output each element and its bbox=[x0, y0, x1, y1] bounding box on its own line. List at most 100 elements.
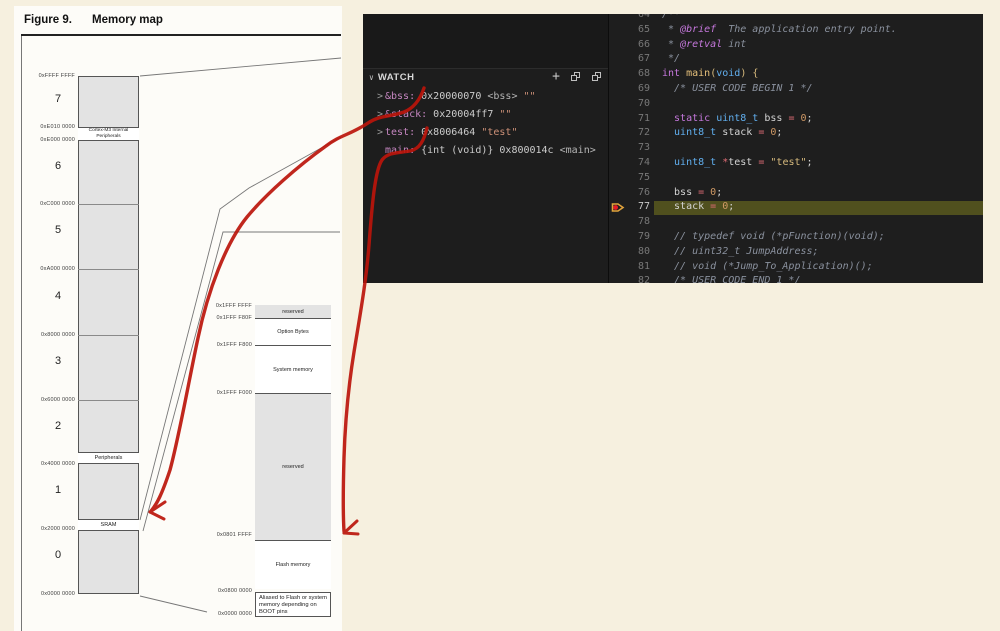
memory-address-label: 0x0800 0000 bbox=[217, 588, 252, 594]
code-text: static uint8_t bss = 0; bbox=[662, 112, 813, 124]
line-number[interactable]: 79 bbox=[628, 230, 650, 245]
memory-address-label: 0xFFFF FFFF bbox=[38, 73, 75, 79]
code-text: /** bbox=[662, 14, 681, 20]
code-text: * @brief The application entry point. bbox=[662, 23, 897, 35]
line-number[interactable]: 69 bbox=[628, 82, 650, 97]
debug-sidebar: ∨ WATCH + > &bss: 0x20000070 <bss> "" > &st… bbox=[363, 14, 608, 283]
line-number[interactable]: 65 bbox=[628, 23, 650, 38]
add-expression-icon[interactable]: + bbox=[552, 70, 560, 83]
watch-expression-value: "test" bbox=[481, 127, 518, 138]
code-line[interactable]: 72 uint8_t stack = 0; bbox=[608, 126, 983, 141]
memory-address-label: 0xE000 0000 bbox=[40, 137, 75, 143]
code-line[interactable]: 81 // void (*Jump_To_Application)(); bbox=[608, 260, 983, 275]
code-line[interactable]: 64 /** bbox=[608, 14, 983, 23]
code-line[interactable]: 71 static uint8_t bss = 0; bbox=[608, 112, 983, 127]
line-number[interactable]: 71 bbox=[628, 112, 650, 127]
watch-expression-value: <main> bbox=[559, 145, 596, 156]
memory-address-label: 0x1FFF F80F bbox=[216, 315, 252, 321]
detail-block-system-memory: System memory bbox=[255, 345, 331, 393]
line-number[interactable]: 72 bbox=[628, 126, 650, 141]
watch-expression-value: 0x8006464 bbox=[415, 127, 482, 138]
expand-chevron-icon[interactable]: > bbox=[377, 106, 385, 124]
line-number[interactable]: 76 bbox=[628, 186, 650, 201]
chevron-down-icon[interactable]: ∨ bbox=[369, 73, 374, 82]
line-number[interactable]: 70 bbox=[628, 97, 650, 112]
watch-expression-row[interactable]: main: {int (void)} 0x800014c <main> bbox=[363, 142, 608, 160]
region-divider bbox=[78, 269, 139, 270]
watch-expression-name: test: bbox=[385, 127, 416, 138]
watch-expression-name: &stack: bbox=[385, 109, 428, 120]
code-line[interactable]: 70 bbox=[608, 97, 983, 112]
code-line[interactable]: 80 // uint32_t JumpAddress; bbox=[608, 245, 983, 260]
code-editor: 64 /** 65 * @brief The application entry p… bbox=[608, 14, 983, 283]
expand-chevron-icon[interactable]: > bbox=[377, 124, 385, 142]
line-number[interactable]: 66 bbox=[628, 38, 650, 53]
code-line[interactable]: 69 /* USER CODE BEGIN 1 */ bbox=[608, 82, 983, 97]
memory-address-label: 0x0801 FFFF bbox=[216, 532, 252, 538]
line-number[interactable]: 68 bbox=[628, 67, 650, 82]
code-text: */ bbox=[662, 53, 681, 65]
debug-sidebar-empty-area bbox=[363, 14, 608, 69]
watch-expression-value: "" bbox=[523, 91, 536, 102]
collapse-all-icon[interactable] bbox=[571, 72, 581, 82]
code-line[interactable]: 66 * @retval int bbox=[608, 38, 983, 53]
code-text: int main(void) { bbox=[662, 68, 759, 80]
code-line[interactable]: 82 /* USER CODE END 1 */ bbox=[608, 274, 983, 283]
region-divider bbox=[78, 400, 139, 401]
code-line[interactable]: 74 uint8_t *test = "test"; bbox=[608, 156, 983, 171]
memory-address-label: 0x1FFF F000 bbox=[216, 390, 252, 396]
watch-expression-value: {int (void)} 0x800014c bbox=[415, 145, 560, 156]
watch-expression-row[interactable]: > &bss: 0x20000070 <bss> "" bbox=[363, 88, 608, 106]
watch-actions: + bbox=[552, 70, 602, 83]
region-number: 6 bbox=[54, 160, 62, 172]
watch-panel-header[interactable]: ∨ WATCH + bbox=[363, 68, 608, 86]
debug-current-line-icon[interactable] bbox=[611, 202, 626, 213]
code-line[interactable]: 67 */ bbox=[608, 52, 983, 67]
code-text: // typedef void (*pFunction)(void); bbox=[662, 230, 885, 242]
memory-address-label: 0xE010 0000 bbox=[40, 124, 75, 130]
detail-block-reserved-top: reserved bbox=[255, 305, 331, 318]
code-line[interactable]: 68 int main(void) { bbox=[608, 67, 983, 82]
code-text: // void (*Jump_To_Application)(); bbox=[662, 260, 873, 272]
code-line[interactable]: 65 * @brief The application entry point. bbox=[608, 23, 983, 38]
code-line[interactable]: 78 bbox=[608, 215, 983, 230]
detail-block-reserved: reserved bbox=[255, 393, 331, 540]
code-line[interactable]: 79 // typedef void (*pFunction)(void); bbox=[608, 230, 983, 245]
code-text: stack = 0; bbox=[662, 201, 735, 213]
code-text: uint8_t *test = "test"; bbox=[662, 156, 813, 168]
code-line[interactable]: 77 stack = 0; bbox=[608, 200, 983, 215]
code-text: uint8_t stack = 0; bbox=[662, 127, 783, 139]
code-text: /* USER CODE END 1 */ bbox=[662, 275, 801, 283]
line-number[interactable]: 81 bbox=[628, 260, 650, 275]
detail-block-aliased-note: Aliased to Flash or system memory depend… bbox=[255, 592, 331, 617]
code-line[interactable]: 75 bbox=[608, 171, 983, 186]
code-text: // uint32_t JumpAddress; bbox=[662, 245, 819, 257]
line-number[interactable]: 75 bbox=[628, 171, 650, 186]
watch-expression-row[interactable]: > test: 0x8006464 "test" bbox=[363, 124, 608, 142]
memory-address-label: 0xA000 0000 bbox=[40, 266, 75, 272]
line-number[interactable]: 74 bbox=[628, 156, 650, 171]
memory-address-label: 0x2000 0000 bbox=[40, 526, 75, 532]
memory-address-label: 0x4000 0000 bbox=[40, 461, 75, 467]
region-divider bbox=[78, 335, 139, 336]
composite-screenshot: { "colors": { "annotation_red": "#bb150b… bbox=[0, 0, 1000, 631]
memory-address-label: 0x6000 0000 bbox=[40, 397, 75, 403]
line-number[interactable]: 78 bbox=[628, 215, 650, 230]
watch-expression-value: "" bbox=[499, 109, 512, 120]
vscode-debug-screenshot: ∨ WATCH + > &bss: 0x20000070 <bss> "" > &st… bbox=[363, 14, 983, 283]
watch-expression-row[interactable]: > &stack: 0x20004ff7 "" bbox=[363, 106, 608, 124]
code-line[interactable]: 73 bbox=[608, 141, 983, 156]
line-number[interactable]: 82 bbox=[628, 274, 650, 283]
remove-all-expressions-icon[interactable] bbox=[592, 72, 602, 82]
line-number[interactable]: 77 bbox=[628, 200, 650, 215]
line-number[interactable]: 64 bbox=[628, 14, 650, 23]
figure-title: Figure 9. Memory map bbox=[24, 14, 163, 26]
figure-title-rule bbox=[21, 34, 341, 36]
detail-block-option-bytes: Option Bytes bbox=[255, 318, 331, 345]
line-number[interactable]: 73 bbox=[628, 141, 650, 156]
expand-chevron-icon[interactable]: > bbox=[377, 88, 385, 106]
line-number[interactable]: 80 bbox=[628, 245, 650, 260]
line-number[interactable]: 67 bbox=[628, 52, 650, 67]
figure-name: Memory map bbox=[92, 14, 163, 26]
code-line[interactable]: 76 bss = 0; bbox=[608, 186, 983, 201]
